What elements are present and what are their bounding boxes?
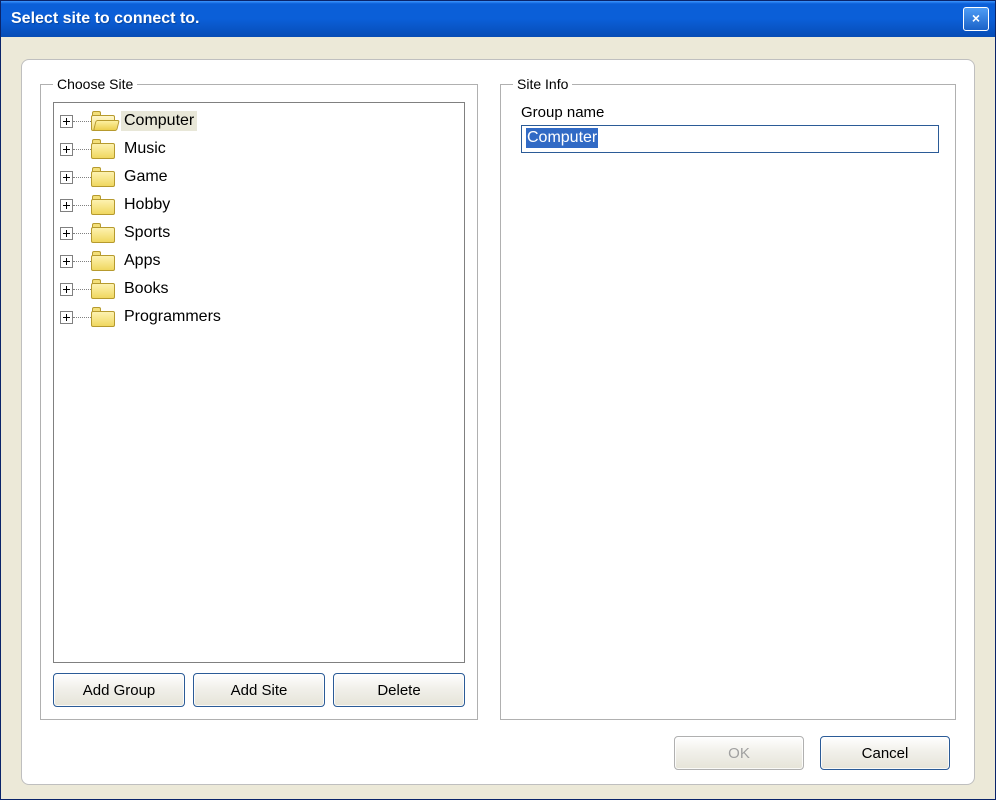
tree-item[interactable]: Books: [58, 275, 460, 303]
titlebar[interactable]: Select site to connect to. ×: [1, 1, 995, 37]
add-site-button[interactable]: Add Site: [193, 673, 325, 707]
tree-connector: [73, 289, 91, 290]
tree-item[interactable]: Sports: [58, 219, 460, 247]
tree-item-label[interactable]: Hobby: [121, 195, 173, 215]
choose-site-group: Choose Site Computer Music Game Hobby Sports…: [40, 76, 478, 720]
tree-connector: [73, 121, 91, 122]
tree-item-label[interactable]: Computer: [121, 111, 197, 131]
tree-connector: [73, 261, 91, 262]
close-button[interactable]: ×: [963, 7, 989, 31]
expand-icon[interactable]: [60, 255, 73, 268]
expand-icon[interactable]: [60, 227, 73, 240]
folder-icon: [91, 139, 115, 159]
folder-icon: [91, 195, 115, 215]
folder-icon: [91, 251, 115, 271]
group-name-input[interactable]: Computer: [521, 125, 939, 153]
client-area: Choose Site Computer Music Game Hobby Sports…: [1, 37, 995, 799]
tree-connector: [73, 149, 91, 150]
tree-item[interactable]: Hobby: [58, 191, 460, 219]
dialog-footer: OK Cancel: [40, 720, 956, 770]
expand-icon[interactable]: [60, 199, 73, 212]
tree-connector: [73, 177, 91, 178]
tree-item-label[interactable]: Game: [121, 167, 171, 187]
add-group-button[interactable]: Add Group: [53, 673, 185, 707]
group-name-label: Group name: [521, 104, 943, 121]
site-info-group: Site Info Group name Computer: [500, 76, 956, 720]
ok-button[interactable]: OK: [674, 736, 804, 770]
group-name-value: Computer: [526, 128, 598, 148]
expand-icon[interactable]: [60, 311, 73, 324]
tree-item-label[interactable]: Programmers: [121, 307, 224, 327]
folder-open-icon: [91, 111, 115, 131]
folder-icon: [91, 167, 115, 187]
tree-item-label[interactable]: Music: [121, 139, 169, 159]
choose-site-legend: Choose Site: [53, 76, 137, 92]
expand-icon[interactable]: [60, 115, 73, 128]
cancel-button[interactable]: Cancel: [820, 736, 950, 770]
tree-item[interactable]: Apps: [58, 247, 460, 275]
tree-item[interactable]: Game: [58, 163, 460, 191]
tree-item[interactable]: Programmers: [58, 303, 460, 331]
tree-button-row: Add Group Add Site Delete: [53, 673, 465, 707]
expand-icon[interactable]: [60, 283, 73, 296]
dialog-window: Select site to connect to. × Choose Site…: [0, 0, 996, 800]
tree-connector: [73, 317, 91, 318]
folder-icon: [91, 307, 115, 327]
folder-icon: [91, 279, 115, 299]
tree-item[interactable]: Music: [58, 135, 460, 163]
tree-connector: [73, 233, 91, 234]
expand-icon[interactable]: [60, 171, 73, 184]
delete-button[interactable]: Delete: [333, 673, 465, 707]
site-tree[interactable]: Computer Music Game Hobby Sports Apps Books Pro…: [53, 102, 465, 663]
expand-icon[interactable]: [60, 143, 73, 156]
tree-item-label[interactable]: Apps: [121, 251, 163, 271]
columns: Choose Site Computer Music Game Hobby Sports…: [40, 76, 956, 720]
main-panel: Choose Site Computer Music Game Hobby Sports…: [21, 59, 975, 785]
site-info-legend: Site Info: [513, 76, 572, 92]
tree-item[interactable]: Computer: [58, 107, 460, 135]
folder-icon: [91, 223, 115, 243]
tree-item-label[interactable]: Sports: [121, 223, 173, 243]
tree-connector: [73, 205, 91, 206]
window-title: Select site to connect to.: [11, 10, 199, 28]
tree-item-label[interactable]: Books: [121, 279, 171, 299]
close-icon: ×: [972, 10, 980, 26]
